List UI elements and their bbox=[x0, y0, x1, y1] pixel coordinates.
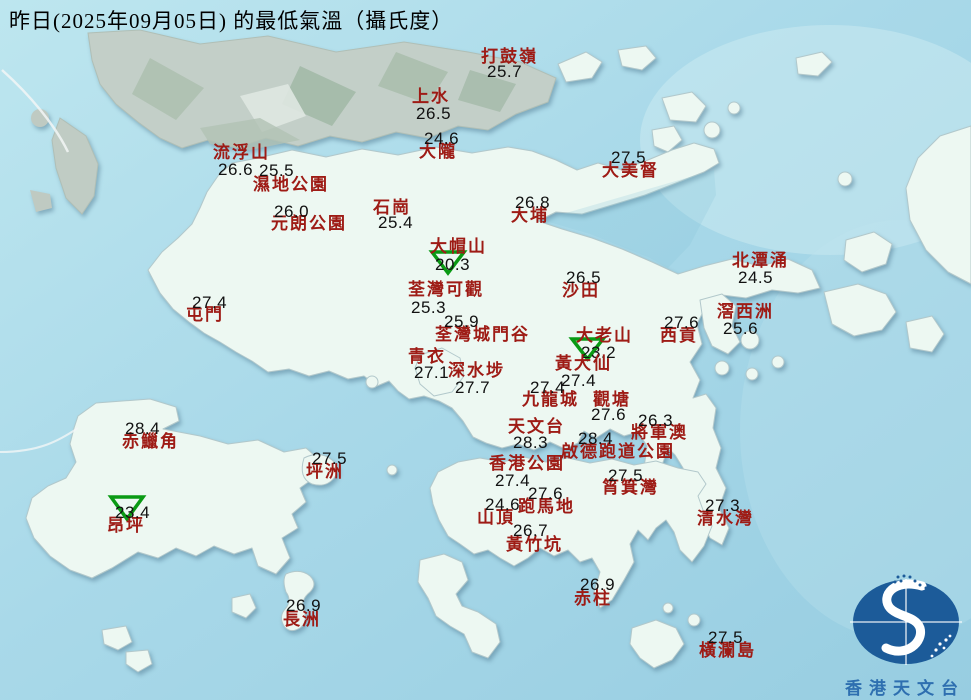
station-temp-value: 24.6 bbox=[424, 129, 460, 148]
station-temp-value: 26.8 bbox=[515, 193, 551, 212]
station-temp-value: 20.3 bbox=[435, 255, 471, 274]
station-name-label: 深水埗 bbox=[448, 361, 505, 380]
station-temp-value: 23.4 bbox=[115, 503, 151, 522]
station-temp-value: 26.3 bbox=[638, 411, 674, 430]
station-temp-value: 24.5 bbox=[738, 268, 774, 287]
station-temp-value: 27.4 bbox=[530, 378, 566, 397]
station-temp-value: 27.5 bbox=[312, 449, 348, 468]
station-temp-value: 25.5 bbox=[259, 161, 295, 180]
station-temp-value: 27.6 bbox=[591, 405, 627, 424]
station-temp-value: 25.7 bbox=[487, 62, 523, 81]
station-temp-value: 27.6 bbox=[664, 313, 700, 332]
hko-logo-icon bbox=[850, 574, 962, 665]
station-temp-value: 26.9 bbox=[580, 575, 616, 594]
station-temp-value: 27.3 bbox=[705, 496, 741, 515]
station-temp-value: 26.6 bbox=[218, 160, 254, 179]
station-temp-value: 25.3 bbox=[411, 298, 447, 317]
station-name-label: 黃大仙 bbox=[555, 354, 612, 373]
station-name-label: 流浮山 bbox=[213, 143, 270, 162]
station-temp-value: 24.6 bbox=[485, 495, 521, 514]
station-temp-value: 26.5 bbox=[416, 104, 452, 123]
station-name-label: 滘西洲 bbox=[717, 302, 774, 321]
station-temp-value: 27.1 bbox=[414, 363, 450, 382]
station-temp-value: 27.4 bbox=[561, 371, 597, 390]
station-name-label: 大帽山 bbox=[430, 237, 487, 256]
station-temp-value: 25.9 bbox=[444, 312, 480, 331]
station-temp-value: 25.4 bbox=[378, 213, 414, 232]
station-temp-value: 27.4 bbox=[495, 471, 531, 490]
hko-logo-chinese-name: 香港天文台 bbox=[845, 679, 965, 698]
station-name-label: 荃灣可觀 bbox=[408, 280, 484, 299]
page-title: 昨日(2025年09月05日) 的最低氣溫（攝氏度） bbox=[9, 9, 454, 33]
station-temp-value: 27.5 bbox=[708, 628, 744, 647]
station-temp-value: 28.4 bbox=[578, 429, 614, 448]
station-temp-value: 25.6 bbox=[723, 319, 759, 338]
station-temp-value: 27.7 bbox=[455, 378, 491, 397]
station-temp-value: 26.5 bbox=[566, 268, 602, 287]
station-temp-value: 27.5 bbox=[608, 466, 644, 485]
station-temp-value: 26.7 bbox=[513, 521, 549, 540]
station-name-label: 香港公園 bbox=[489, 454, 565, 473]
station-temp-value: 27.5 bbox=[611, 148, 647, 167]
station-temp-value: 28.3 bbox=[513, 433, 549, 452]
station-temp-value: 26.0 bbox=[274, 202, 310, 221]
station-name-label: 北潭涌 bbox=[732, 251, 789, 270]
station-temp-value: 27.6 bbox=[528, 484, 564, 503]
weather-map: 昨日(2025年09月05日) 的最低氣溫（攝氏度） 打鼓嶺 25.7 上水 26.5… bbox=[0, 0, 971, 700]
station-name-label: 上水 bbox=[412, 87, 450, 106]
station-name-label: 大老山 bbox=[576, 326, 633, 345]
station-labels-layer: 打鼓嶺 25.7 上水 26.5 大隴 24.6 大美督 27.5 流浮山 26.6 濕地公園 25.… bbox=[0, 0, 971, 700]
hko-logo: 香港天文台 HONG KONG OBSERVATORY bbox=[840, 574, 971, 700]
station-temp-value: 26.9 bbox=[286, 596, 322, 615]
station-temp-value: 28.4 bbox=[125, 419, 161, 438]
station-temp-value: 27.4 bbox=[192, 293, 228, 312]
